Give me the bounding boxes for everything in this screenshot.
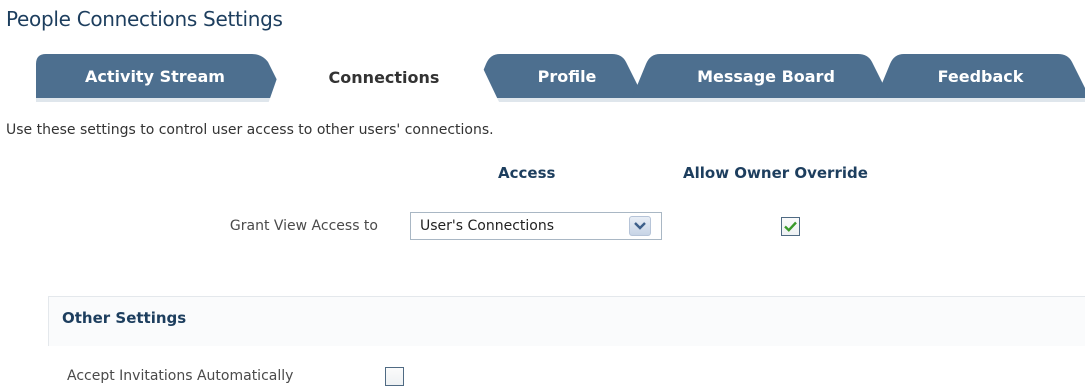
tab-feedback[interactable]: Feedback bbox=[876, 54, 1085, 98]
override-column-header: Allow Owner Override bbox=[683, 164, 868, 182]
grant-view-access-value: User's Connections bbox=[420, 218, 555, 234]
accept-invitations-label: Accept Invitations Automatically bbox=[67, 368, 294, 384]
checkmark-icon bbox=[784, 221, 797, 232]
other-settings-title: Other Settings bbox=[62, 309, 187, 327]
page-title: People Connections Settings bbox=[6, 7, 283, 31]
tab-bar-underline bbox=[36, 98, 1085, 102]
allow-owner-override-checkbox[interactable] bbox=[781, 217, 800, 236]
access-column-header: Access bbox=[498, 164, 556, 182]
tab-message-board[interactable]: Message Board bbox=[632, 54, 890, 98]
tab-bar: Activity Stream Profile Message Board Fe… bbox=[0, 52, 1085, 104]
grant-view-access-select[interactable]: User's Connections bbox=[410, 212, 662, 240]
chevron-down-icon[interactable] bbox=[629, 216, 651, 236]
connections-description: Use these settings to control user acces… bbox=[6, 122, 494, 138]
accept-invitations-checkbox[interactable] bbox=[385, 367, 404, 386]
grant-view-access-label: Grant View Access to bbox=[229, 218, 378, 234]
other-settings-section bbox=[48, 296, 1085, 346]
tab-connections[interactable]: Connections bbox=[268, 54, 500, 104]
tab-activity-stream[interactable]: Activity Stream bbox=[36, 54, 286, 98]
